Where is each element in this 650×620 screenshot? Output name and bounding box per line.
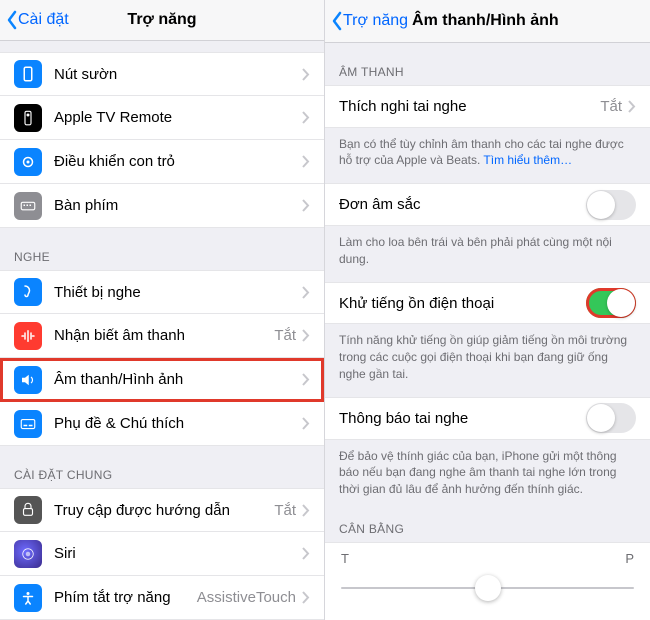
row-value: Tắt [600,98,622,115]
row-siri[interactable]: Siri [0,532,324,576]
remote-icon [14,104,42,132]
chevron-right-icon [302,417,310,430]
section-header-balance: CÂN BẰNG [325,512,650,542]
row-guided-access[interactable]: Truy cập được hướng dẫn Tắt [0,488,324,532]
row-label: Truy cập được hướng dẫn [54,502,274,519]
row-apple-tv-remote[interactable]: Apple TV Remote [0,96,324,140]
chevron-left-icon [331,11,343,31]
row-pointer-control[interactable]: Điều khiển con trỏ [0,140,324,184]
row-value: Tắt [274,327,296,344]
page-title: Âm thanh/Hình ảnh [412,12,559,30]
nav-bar: Trợ năng Âm thanh/Hình ảnh [325,0,650,43]
section-header-audio: ÂM THANH [325,43,650,85]
row-label: Âm thanh/Hình ảnh [54,371,302,388]
row-mono-audio[interactable]: Đơn âm sắc [325,183,650,226]
back-button[interactable]: Cài đặt [6,10,69,30]
chevron-right-icon [302,286,310,299]
row-label: Phím tắt trợ năng [54,589,197,606]
accessibility-icon [14,584,42,612]
row-headphone-notif[interactable]: Thông báo tai nghe [325,397,650,440]
section-header-listen: NGHE [0,228,324,270]
ear-icon [14,278,42,306]
row-audio-visual[interactable]: Âm thanh/Hình ảnh [0,358,324,402]
slider-track[interactable] [341,574,634,602]
row-label: Siri [54,545,302,562]
chevron-right-icon [302,329,310,342]
siri-icon [14,540,42,568]
chevron-right-icon [302,547,310,560]
row-value: Tắt [274,502,296,519]
chevron-right-icon [302,68,310,81]
left-pane: Cài đặt Trợ năng Nút sườn Apple TV Remot… [0,0,325,620]
row-keyboards[interactable]: Bàn phím [0,184,324,228]
row-label: Đơn âm sắc [339,196,586,213]
chevron-left-icon [6,10,18,30]
footer-noise: Tính năng khử tiếng ồn giúp giảm tiếng ồ… [325,324,650,396]
footer-text: Bạn có thể tùy chỉnh âm thanh cho các ta… [339,137,624,168]
toggle-mono[interactable] [586,190,636,220]
row-noise-cancel[interactable]: Khử tiếng ồn điện thoại [325,282,650,325]
row-label: Nút sườn [54,66,302,83]
row-label: Điều khiển con trỏ [54,153,302,170]
row-label: Thông báo tai nghe [339,410,586,427]
nav-bar: Cài đặt Trợ năng [0,0,324,41]
chevron-right-icon [302,591,310,604]
row-accessibility-shortcut[interactable]: Phím tắt trợ năng AssistiveTouch [0,576,324,620]
keyboard-icon [14,192,42,220]
learn-more-link[interactable]: Tìm hiểu thêm… [483,153,572,167]
subtitles-icon [14,410,42,438]
balance-right-label: P [625,551,634,566]
row-headphone-adapt[interactable]: Thích nghi tai nghe Tắt [325,85,650,128]
row-label: Khử tiếng ồn điện thoại [339,295,586,312]
row-subtitles[interactable]: Phụ đề & Chú thích [0,402,324,446]
row-label: Phụ đề & Chú thích [54,415,302,432]
footer-mono: Làm cho loa bên trái và bên phải phát cù… [325,226,650,282]
row-label: Bàn phím [54,197,302,214]
row-label: Nhận biết âm thanh [54,327,274,344]
lock-icon [14,496,42,524]
chevron-right-icon [302,155,310,168]
section-header-general: CÀI ĐẶT CHUNG [0,446,324,488]
balance-labels: T P [341,551,634,566]
row-label: Apple TV Remote [54,109,302,126]
waveform-icon [14,322,42,350]
row-sound-recognition[interactable]: Nhận biết âm thanh Tắt [0,314,324,358]
chevron-right-icon [302,111,310,124]
back-button[interactable]: Trợ năng [331,11,408,31]
row-hearing-devices[interactable]: Thiết bị nghe [0,270,324,314]
chevron-right-icon [628,100,636,113]
listen-group: Thiết bị nghe Nhận biết âm thanh Tắt Âm … [0,270,324,446]
slider-thumb[interactable] [475,575,501,601]
row-value: AssistiveTouch [197,589,296,606]
pointer-icon [14,148,42,176]
side-button-icon [14,60,42,88]
row-side-button[interactable]: Nút sườn [0,52,324,96]
chevron-right-icon [302,373,310,386]
top-group: Nút sườn Apple TV Remote Điều khiển con … [0,52,324,228]
chevron-right-icon [302,504,310,517]
speaker-icon [14,366,42,394]
balance-slider[interactable]: T P [325,542,650,620]
footer-adapt: Bạn có thể tùy chỉnh âm thanh cho các ta… [325,128,650,184]
toggle-noise-cancel[interactable] [586,288,636,318]
toggle-headphone-notif[interactable] [586,403,636,433]
right-pane: Trợ năng Âm thanh/Hình ảnh ÂM THANH Thíc… [325,0,650,620]
footer-notif: Để bảo vệ thính giác của bạn, iPhone gửi… [325,440,650,512]
general-group: Truy cập được hướng dẫn Tắt Siri Phím tắ… [0,488,324,620]
row-label: Thiết bị nghe [54,284,302,301]
chevron-right-icon [302,199,310,212]
back-label: Cài đặt [18,11,69,29]
back-label: Trợ năng [343,12,408,30]
row-label: Thích nghi tai nghe [339,98,600,115]
balance-left-label: T [341,551,349,566]
